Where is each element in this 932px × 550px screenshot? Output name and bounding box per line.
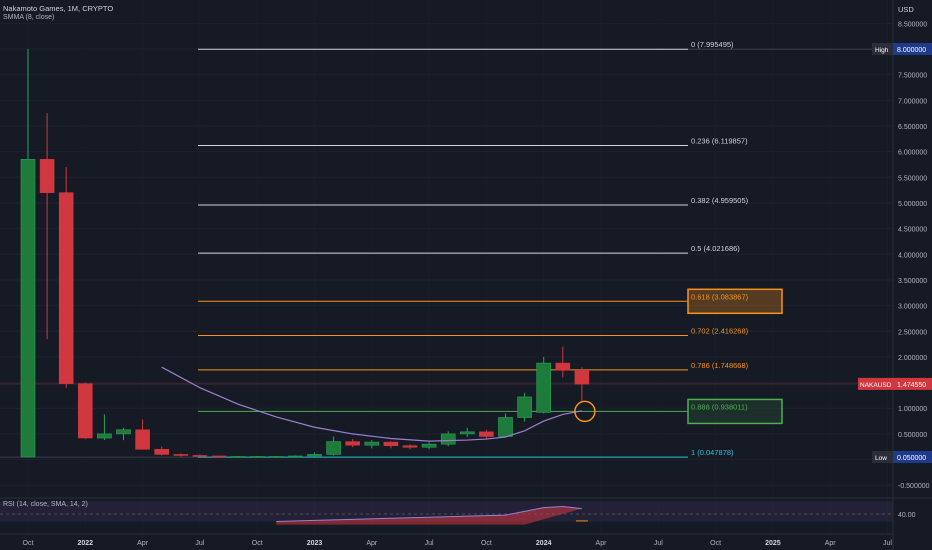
candle-body bbox=[268, 456, 284, 458]
candle-body bbox=[97, 433, 112, 439]
fib-level-label: 0.702 (2.416268) bbox=[691, 327, 749, 336]
candle-body bbox=[364, 441, 380, 446]
candle-body bbox=[326, 441, 341, 455]
y-tick-label: 2.500000 bbox=[898, 329, 927, 336]
candle-body bbox=[116, 429, 131, 435]
y-tick-label: 6.500000 bbox=[898, 124, 927, 131]
price-tag-name: Low bbox=[875, 455, 887, 462]
candle-body bbox=[402, 445, 418, 448]
candle-body bbox=[20, 159, 36, 458]
x-tick-label: Oct bbox=[23, 540, 34, 547]
candle-body bbox=[459, 431, 475, 435]
candle-body bbox=[307, 454, 322, 457]
candle-body bbox=[383, 441, 399, 447]
price-tag: High 8.000000 bbox=[872, 43, 932, 55]
candle-body bbox=[211, 455, 227, 458]
x-tick-label: Jul bbox=[425, 540, 434, 547]
price-tag-value: 0.050000 bbox=[897, 455, 926, 462]
candle-body bbox=[154, 449, 169, 455]
fib-level-label: 0.888 (0.938011) bbox=[691, 402, 748, 411]
fib-level-label: 0.786 (1.748668) bbox=[691, 361, 749, 370]
candle-body bbox=[135, 429, 150, 450]
smma-indicator-label[interactable]: SMMA (8, close) bbox=[3, 14, 54, 21]
candle-body bbox=[479, 431, 494, 437]
fib-level-label: 0 (7.995495) bbox=[691, 40, 734, 49]
candle-body bbox=[517, 396, 532, 418]
y-tick-label: 4.000000 bbox=[898, 252, 927, 259]
x-tick-label: 2022 bbox=[78, 540, 94, 547]
y-tick-label: 0.500000 bbox=[898, 432, 927, 439]
candle-body bbox=[345, 441, 361, 446]
candle-body bbox=[78, 383, 93, 439]
x-tick-label: Oct bbox=[252, 540, 263, 547]
price-tag-value: 8.000000 bbox=[897, 47, 926, 54]
y-tick-label: 3.000000 bbox=[898, 304, 927, 311]
candle-body bbox=[249, 456, 265, 458]
price-tag: NAKAUSD 1.474550 bbox=[858, 377, 932, 390]
candle-body bbox=[421, 443, 437, 448]
candle-body bbox=[173, 454, 189, 456]
fib-level-label: 0.618 (3.083867) bbox=[691, 292, 749, 301]
x-tick-label: Jul bbox=[654, 540, 663, 547]
y-tick-label: 1.000000 bbox=[898, 406, 927, 413]
x-tick-label: Apr bbox=[137, 540, 149, 547]
x-tick-label: Jul bbox=[195, 540, 204, 547]
y-tick-label: 7.000000 bbox=[898, 98, 927, 105]
candle-body bbox=[192, 455, 208, 457]
candle-body bbox=[555, 362, 571, 371]
y-tick-label: 2.000000 bbox=[898, 355, 927, 362]
fib-level-label: 0.5 (4.021686) bbox=[691, 244, 740, 253]
x-tick-label: Oct bbox=[710, 540, 721, 547]
chart-background bbox=[0, 0, 932, 550]
rsi-panel[interactable]: 40.00 bbox=[0, 497, 932, 525]
x-tick-label: Oct bbox=[481, 540, 492, 547]
y-tick-label: -0.500000 bbox=[898, 483, 930, 490]
candle-body bbox=[288, 455, 303, 458]
candle-body bbox=[58, 192, 74, 384]
rsi-tick-label: 40.00 bbox=[898, 512, 916, 519]
y-tick-label: 7.500000 bbox=[898, 73, 927, 80]
y-tick-label: 5.500000 bbox=[898, 175, 927, 182]
rsi-indicator-label[interactable]: RSI (14, close, SMA, 14, 2) bbox=[3, 501, 88, 508]
symbol-title[interactable]: Nakamoto Games, 1M, CRYPTO bbox=[3, 4, 113, 13]
price-chart[interactable]: 0 (7.995495) 0.236 (6.119857) 0.382 (4.959… bbox=[0, 0, 932, 550]
fib-level-label: 0.382 (4.959505) bbox=[691, 196, 749, 205]
fib-level-label: 1 (0.047878) bbox=[691, 448, 734, 457]
x-tick-label: 2023 bbox=[307, 540, 323, 547]
price-tag: Low 0.050000 bbox=[872, 451, 932, 463]
candle-body bbox=[39, 159, 55, 193]
candle-body bbox=[440, 433, 456, 445]
price-tag-name: NAKAUSD bbox=[860, 382, 892, 389]
candle-body bbox=[498, 417, 513, 437]
price-tag-name: High bbox=[875, 47, 889, 54]
y-tick-label: 5.000000 bbox=[898, 201, 927, 208]
x-tick-label: Jul bbox=[883, 540, 892, 547]
candle-body bbox=[230, 456, 246, 458]
y-tick-label: 4.500000 bbox=[898, 227, 927, 234]
candle-body bbox=[574, 369, 590, 385]
y-tick-label: 3.500000 bbox=[898, 278, 927, 285]
x-tick-label: Apr bbox=[366, 540, 378, 547]
x-tick-label: Apr bbox=[825, 540, 837, 547]
y-tick-label: 6.000000 bbox=[898, 150, 927, 157]
x-tick-label: 2025 bbox=[765, 540, 781, 547]
price-tag-value: 1.474550 bbox=[897, 382, 926, 389]
fib-level-label: 0.236 (6.119857) bbox=[691, 136, 748, 145]
currency-label[interactable]: USD bbox=[898, 5, 914, 14]
x-tick-label: Apr bbox=[596, 540, 608, 547]
y-tick-label: 8.500000 bbox=[898, 21, 927, 28]
x-tick-label: 2024 bbox=[536, 540, 552, 547]
candle-body bbox=[536, 362, 552, 413]
